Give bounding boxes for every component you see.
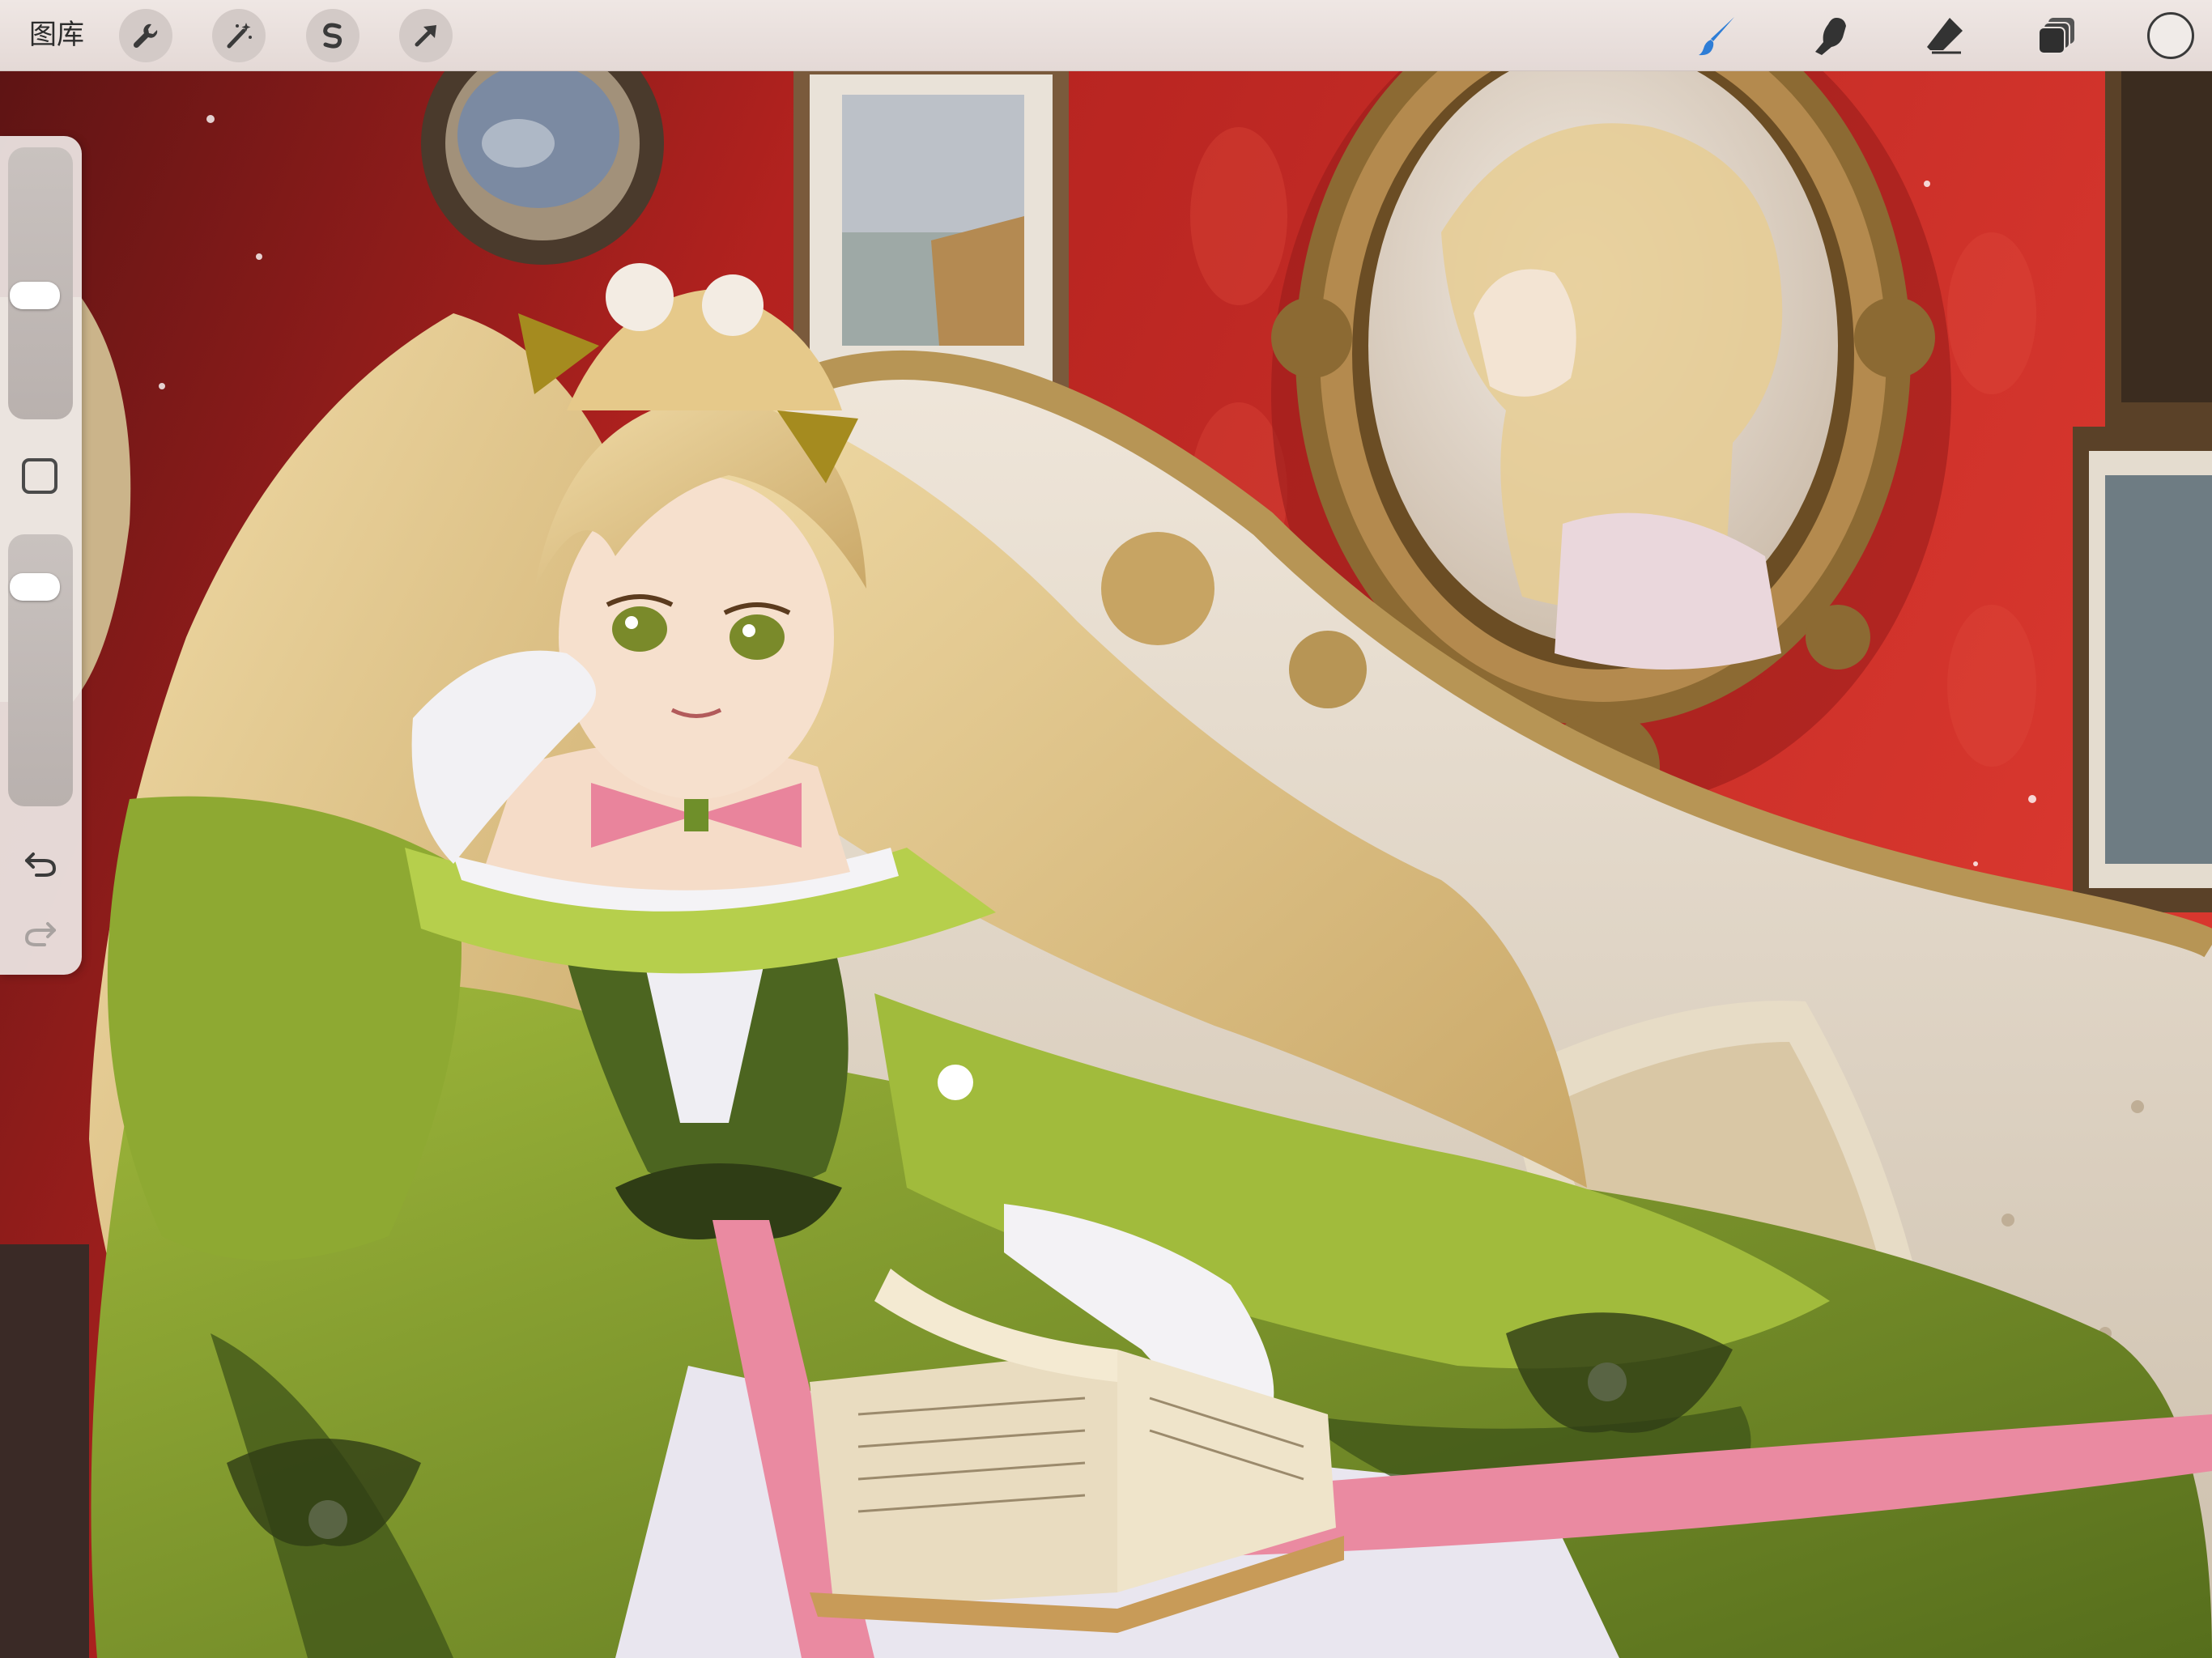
layers-button[interactable] xyxy=(2032,10,2084,62)
brush-size-slider[interactable] xyxy=(8,147,73,419)
selection-s-icon xyxy=(317,19,349,52)
redo-button[interactable] xyxy=(19,913,62,955)
selection-button[interactable] xyxy=(306,9,359,62)
top-toolbar: 图库 xyxy=(0,0,2212,71)
left-sidebar xyxy=(0,136,82,975)
eraser-button[interactable] xyxy=(1919,10,1971,62)
modify-square-icon[interactable] xyxy=(22,458,57,494)
gallery-button[interactable]: 图库 xyxy=(29,16,84,53)
adjustments-button[interactable] xyxy=(212,9,266,62)
undo-button[interactable] xyxy=(19,844,62,886)
paint-brush-button[interactable] xyxy=(1692,10,1744,62)
smudge-finger-icon xyxy=(1809,13,1854,58)
smudge-button[interactable] xyxy=(1806,10,1857,62)
layers-icon xyxy=(2035,13,2081,58)
brush-opacity-slider[interactable] xyxy=(8,534,73,806)
arrow-cursor-icon xyxy=(410,19,442,52)
brush-opacity-slider-handle[interactable] xyxy=(10,573,60,602)
eraser-icon xyxy=(1922,13,1967,58)
procreate-app: 图库 xyxy=(0,0,2212,1658)
brush-size-slider-handle[interactable] xyxy=(10,281,60,309)
wrench-icon xyxy=(130,19,162,52)
brush-icon xyxy=(1695,13,1741,58)
transform-button[interactable] xyxy=(399,9,453,62)
undo-icon xyxy=(22,844,59,885)
drawing-canvas[interactable] xyxy=(0,70,2212,1658)
artwork-illustration xyxy=(0,70,2212,1658)
actions-button[interactable] xyxy=(119,9,172,62)
magic-wand-icon xyxy=(223,19,255,52)
redo-icon xyxy=(22,914,59,954)
color-picker-button[interactable] xyxy=(2147,12,2194,59)
